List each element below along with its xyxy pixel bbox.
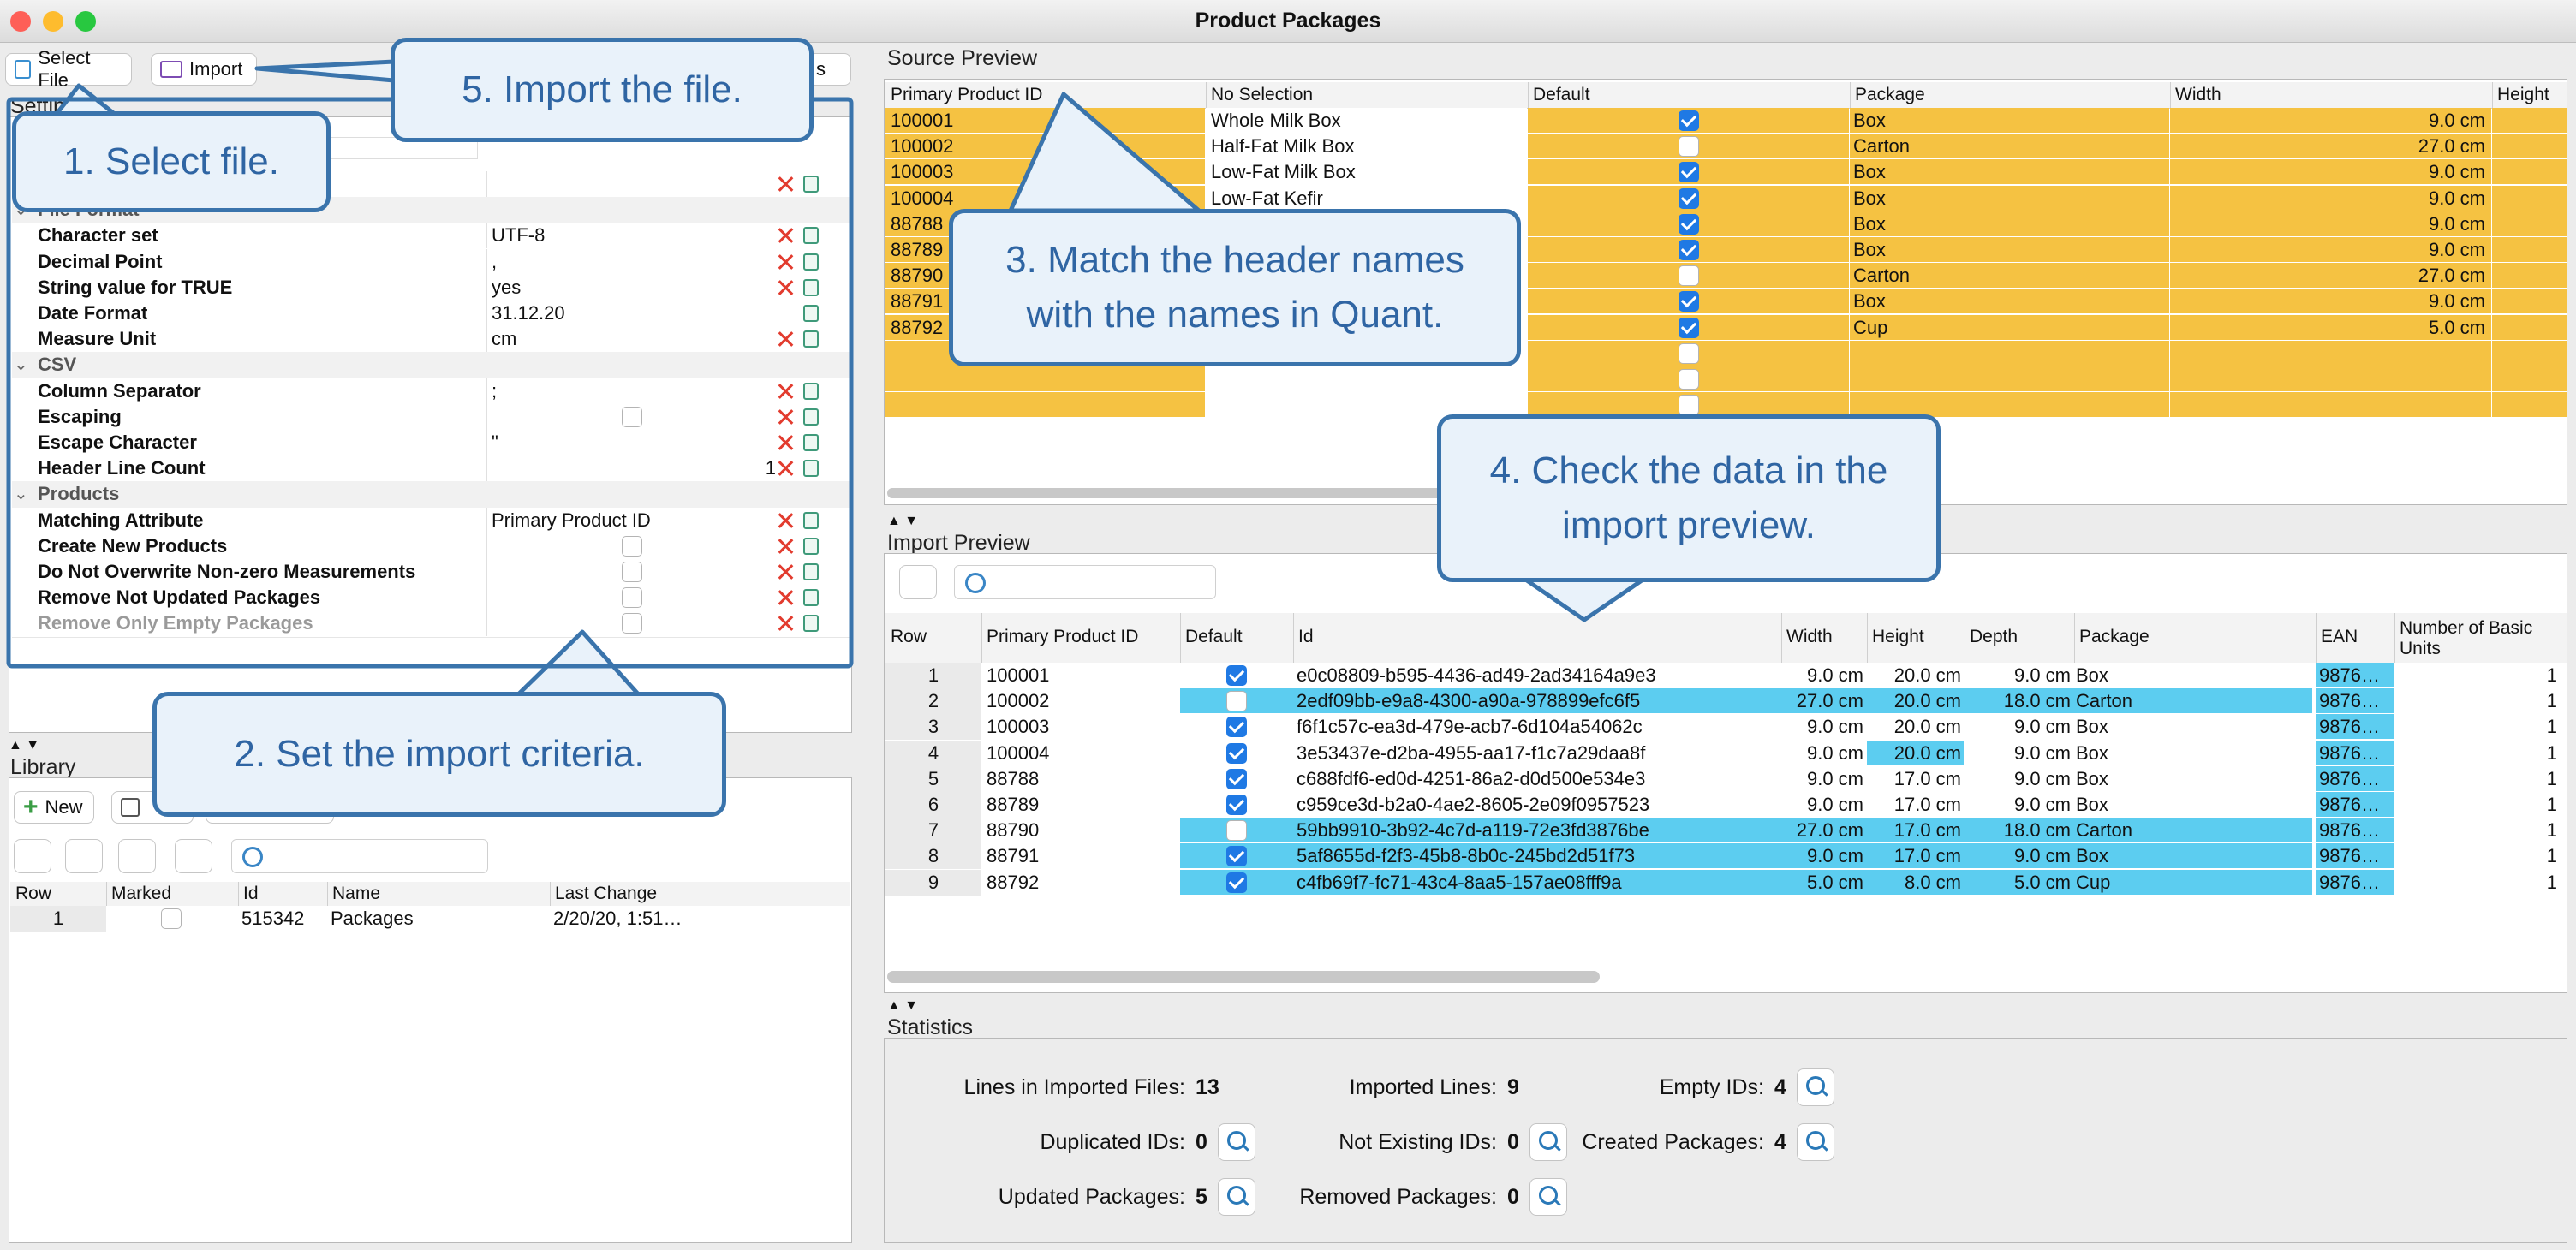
callout-4-pointer: [1522, 576, 1647, 622]
callout-match-headers: 3. Match the header names with the names…: [949, 209, 1521, 366]
callout-3-pointer: [1008, 92, 1202, 213]
callout-select-file: 1. Select file.: [12, 111, 331, 212]
callout-import-file: 5. Import the file.: [391, 38, 814, 142]
callout-check-data: 4. Check the data in the import preview.: [1437, 414, 1941, 582]
callout-import-criteria: 2. Set the import criteria.: [152, 692, 726, 817]
callout-pointers: [6, 59, 1647, 701]
callout-5-pointer: [254, 59, 397, 83]
